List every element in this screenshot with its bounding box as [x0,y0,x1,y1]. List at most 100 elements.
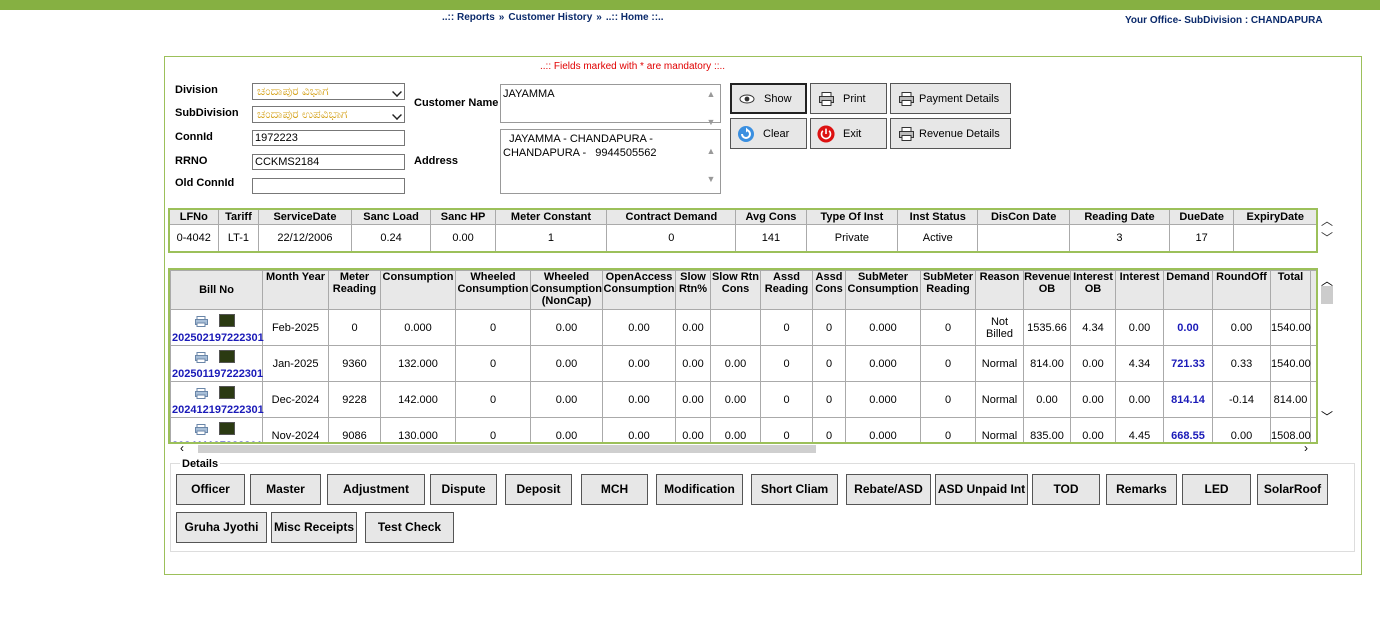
scrollbar[interactable]: ▲ ▼ [704,144,718,191]
table-cell: 4.34 [1115,345,1164,382]
details-mch-button[interactable]: MCH [581,474,648,505]
connid-input[interactable]: 1972223 [252,130,405,146]
demand-link[interactable]: 668.55 [1163,417,1213,442]
table-cell: 0.00 [530,309,603,346]
table-cell: 0 [455,381,531,418]
meter-icon[interactable] [219,386,235,399]
details-test-check-button[interactable]: Test Check [365,512,454,543]
printer-icon [897,90,915,108]
bill-number-link[interactable]: 202502197222301 [172,332,264,344]
subdivision-label: SubDivision [175,107,239,119]
table-cell: Dec-2024 [262,381,329,418]
details-gruha-jyothi-button[interactable]: Gruha Jyothi [176,512,267,543]
table-cell: Normal [975,381,1024,418]
oldconnid-input[interactable] [252,178,405,194]
chevron-left-icon[interactable]: ‹ [180,441,184,455]
table-row: 202501197222301 Jan-2025 9360 132.000 0 0.00 0… [170,345,1316,382]
table-cell: 0.00 [602,345,676,382]
meter-icon[interactable] [219,350,235,363]
column-header: Meter Constant [494,208,608,225]
table-cell: Active [897,224,979,253]
scrollbar-thumb[interactable] [198,445,816,453]
revenue-details-button[interactable]: Revenue Details [890,118,1011,149]
table-cell: 0.24 [350,224,432,253]
table-row: 202411197222301Nov-20249086130.00000.000… [170,417,1316,442]
scrollbar[interactable]: ︿ ﹀ [1320,272,1334,432]
chevron-down-icon[interactable]: ﹀ [1320,408,1334,425]
details-solarroof-button[interactable]: SolarRoof [1257,474,1328,505]
details-master-button[interactable]: Master [250,474,321,505]
demand-link[interactable]: 721.33 [1163,345,1213,382]
chevron-up-icon[interactable]: ︿ [1320,272,1334,288]
table-cell: 0.00 [602,309,676,346]
bill-number-link[interactable]: 202412197222301 [172,404,264,416]
details-tod-button[interactable]: TOD [1032,474,1100,505]
chevron-up-icon[interactable]: ︿ [1320,212,1334,229]
scrollbar[interactable]: ‹ › [180,441,1308,455]
column-header: Inst Status [897,208,979,225]
table-cell: 814.00 [1270,381,1311,418]
details-short-cliam-button[interactable]: Short Cliam [751,474,838,505]
chevron-right-icon[interactable]: › [1304,441,1308,455]
rrno-label: RRNO [175,155,208,167]
scrollbar-thumb[interactable] [1321,286,1333,304]
table-cell: 0 [760,345,813,382]
printer-icon[interactable] [195,388,208,399]
breadcrumb-reports[interactable]: ..:: Reports [442,12,495,23]
column-header: C [1310,270,1316,310]
chevron-down-icon[interactable]: ﹀ [1320,229,1334,246]
column-header: Slow Rtn% [675,270,711,310]
demand-link[interactable]: 814.14 [1163,381,1213,418]
details-label: Details [180,458,221,470]
details-officer-button[interactable]: Officer [176,474,245,505]
meter-icon[interactable] [219,314,235,327]
details-modification-button[interactable]: Modification [656,474,743,505]
meter-icon[interactable] [219,422,235,435]
customer-name-textarea[interactable]: JAYAMMA ▲ ▼ [500,84,721,127]
column-header: Demand [1163,270,1213,310]
column-header: Wheeled Consumption (NonCap) [530,270,603,310]
show-button[interactable]: Show [730,83,807,114]
table-cell: 1540.00 [1270,309,1311,346]
subdivision-select[interactable]: ಚಂದಾಪುರ ಉಪವಿಭಾಗ [252,106,405,123]
details-deposit-button[interactable]: Deposit [505,474,572,505]
details-rebate-asd-button[interactable]: Rebate/ASD [846,474,931,505]
demand-link[interactable]: 0.00 [1163,309,1213,346]
table-cell: 0.00 [675,417,711,442]
details-adjustment-button[interactable]: Adjustment [327,474,425,505]
printer-icon[interactable] [195,424,208,435]
details-remarks-button[interactable]: Remarks [1106,474,1177,505]
table-cell: 0 [920,381,976,418]
table-cell: 0.00 [430,224,496,253]
address-textarea[interactable]: JAYAMMA - CHANDAPURA - CHANDAPURA - 9944… [500,129,721,194]
column-header: DisCon Date [977,208,1071,225]
details-asd-unpaid-int-button[interactable]: ASD Unpaid Int [935,474,1028,505]
details-dispute-button[interactable]: Dispute [430,474,497,505]
clear-button[interactable]: Clear [730,118,807,149]
table-cell: Jan-2025 [262,345,329,382]
printer-icon[interactable] [195,316,208,327]
table-cell: 0.00 [1070,381,1116,418]
table-cell: 0.00 [1023,381,1071,418]
table-cell: LT-1 [217,224,260,253]
oldconnid-label: Old ConnId [175,177,235,189]
printer-icon[interactable] [195,352,208,363]
breadcrumb-customer-history[interactable]: Customer History [508,12,592,23]
payment-details-button[interactable]: Payment Details [890,83,1011,114]
table-cell: 0 [455,417,531,442]
table-cell: 0.00 [1070,345,1116,382]
breadcrumb-home[interactable]: ..:: Home ::.. [606,12,664,23]
scrollbar[interactable]: ︿ ﹀ [1320,212,1334,254]
details-misc-receipts-button[interactable]: Misc Receipts [271,512,357,543]
bill-number-link[interactable]: 202501197222301 [172,368,263,380]
table-cell: 0.00 [530,345,603,382]
rrno-input[interactable]: CCKMS2184 [252,154,405,170]
exit-button[interactable]: Exit [810,118,887,149]
scrollbar[interactable]: ▲ ▼ [704,87,718,127]
table-cell: 132.000 [380,345,456,382]
chevron-down-icon [392,110,402,120]
division-select[interactable]: ಚಂದಾಪುರ ವಿಭಾಗ [252,83,405,100]
table-cell: 814.00 [1023,345,1071,382]
details-led-button[interactable]: LED [1182,474,1251,505]
print-button[interactable]: Print [810,83,887,114]
